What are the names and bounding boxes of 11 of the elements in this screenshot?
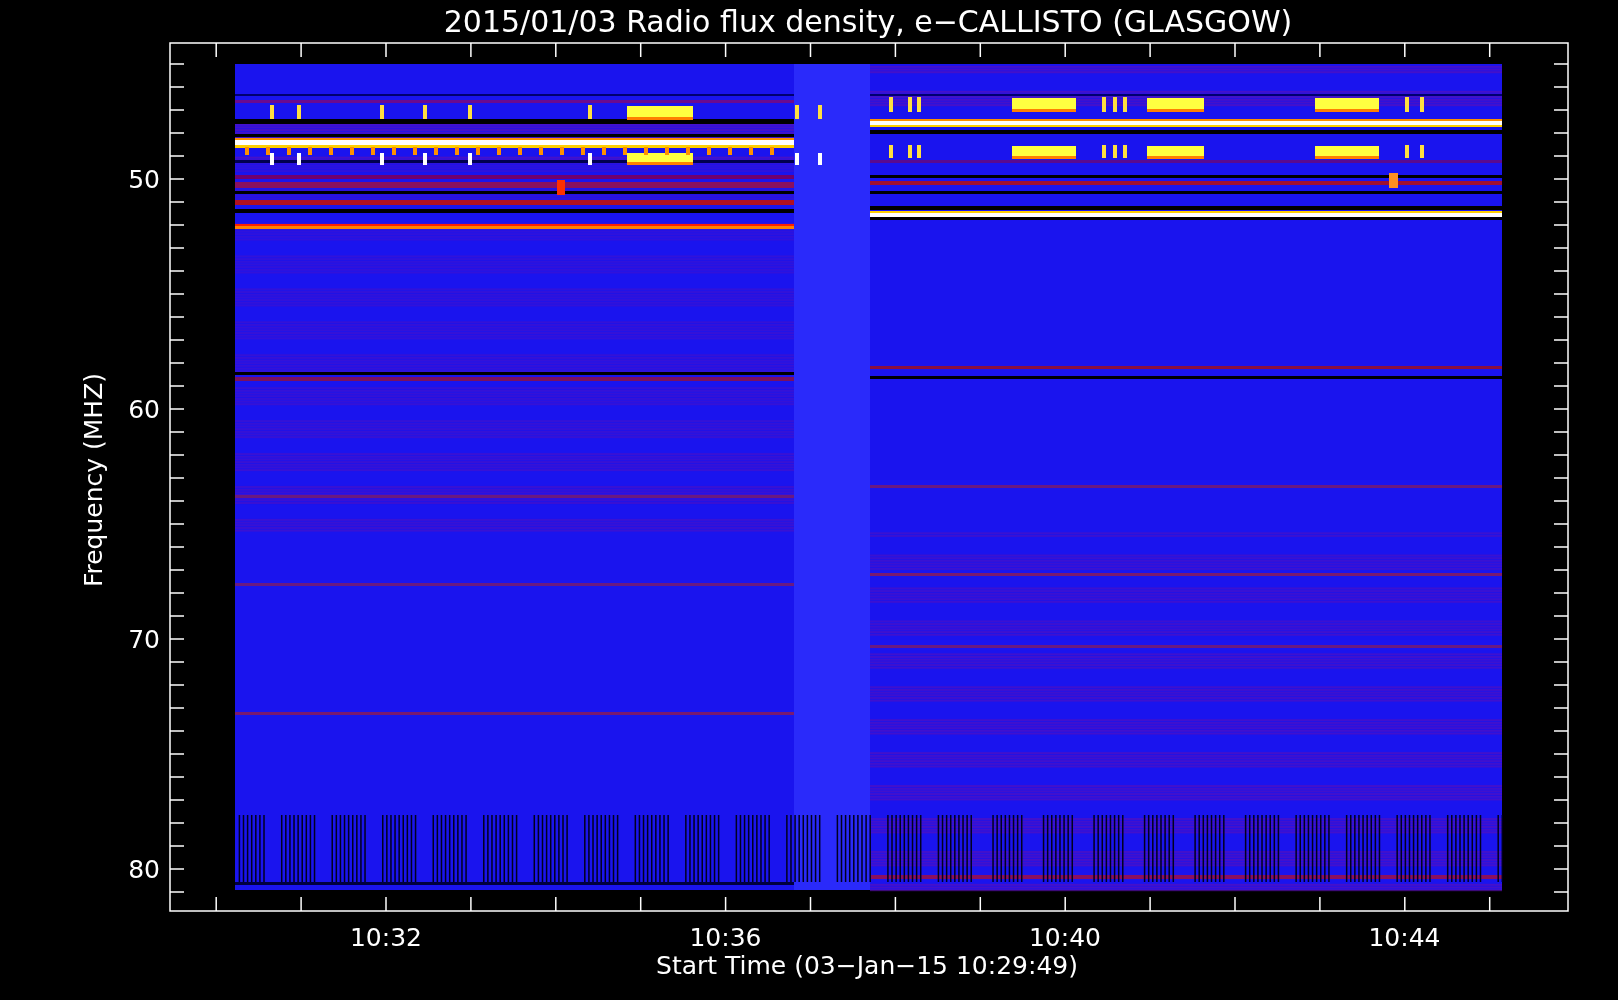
x-tick-label: 10:32 <box>350 923 422 952</box>
y-axis-label: Frequency (MHZ) <box>79 372 108 588</box>
y-tick-label: 70 <box>128 625 160 654</box>
y-tick-label: 60 <box>128 395 160 424</box>
x-tick-label: 10:44 <box>1368 923 1441 952</box>
y-tick-label: 80 <box>128 855 160 884</box>
chart-title: 2015/01/03 Radio flux density, e−CALLISTO (GLASGOW) <box>443 4 1293 39</box>
x-axis-label: Start Time (03−Jan−15 10:29:49) <box>656 951 1078 980</box>
y-tick-label: 50 <box>128 165 160 194</box>
x-tick-label: 10:40 <box>1029 923 1101 952</box>
x-tick-label: 10:36 <box>689 923 762 952</box>
